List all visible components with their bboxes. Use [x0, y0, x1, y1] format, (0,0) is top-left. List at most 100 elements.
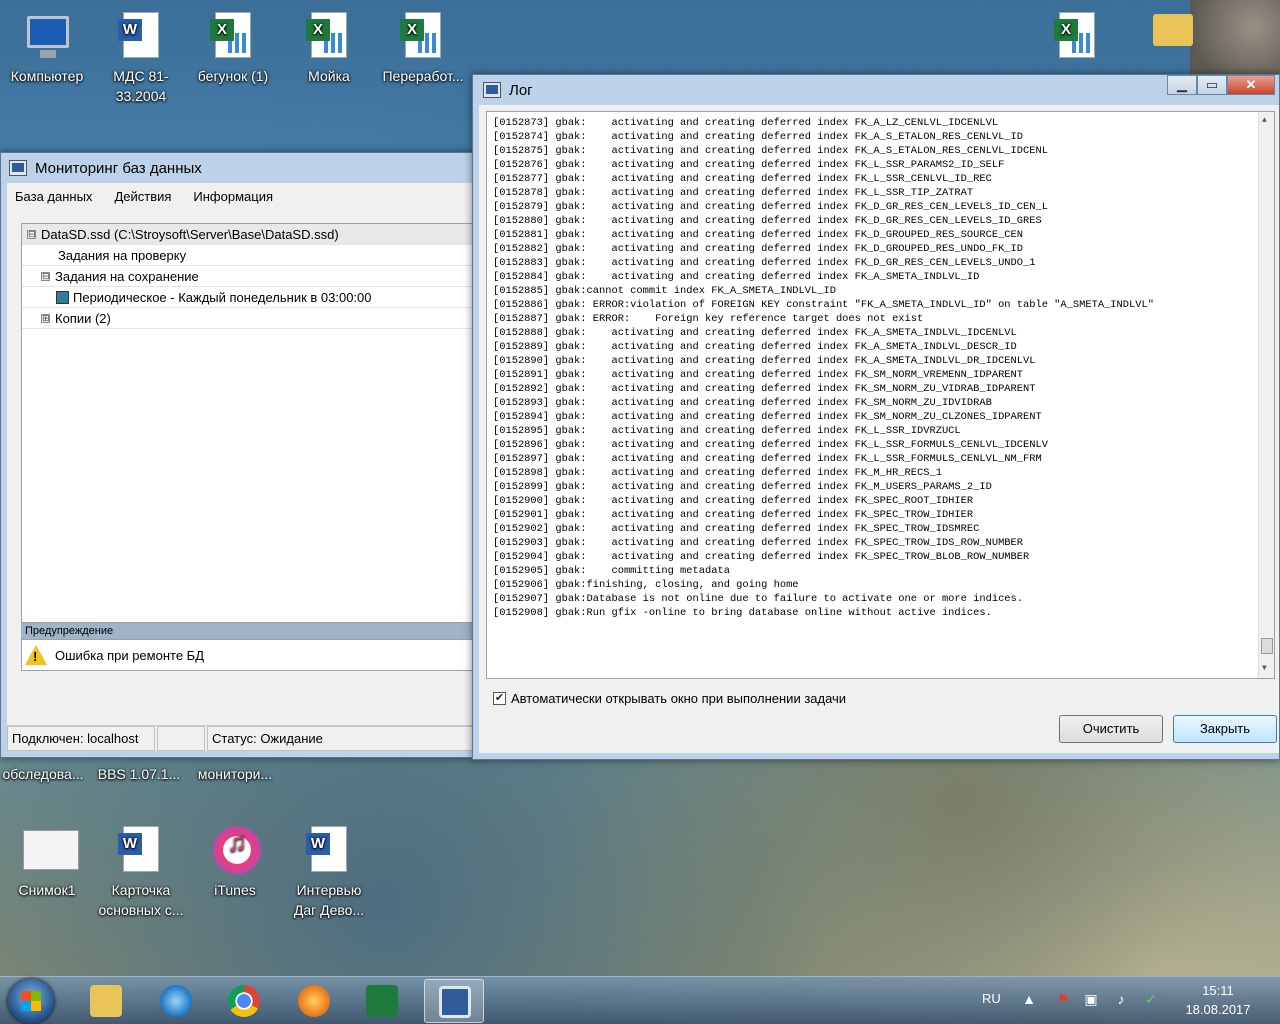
tree-node-database[interactable]: ⊟ DataSD.ssd (C:\Stroysoft\Server\Base\D…	[22, 224, 474, 245]
start-button[interactable]	[8, 979, 54, 1023]
taskbar-explorer[interactable]	[76, 979, 136, 1023]
show-hidden-icons-icon[interactable]: ▲	[1020, 991, 1038, 1007]
log-line: [0152882] gbak: activating and creating …	[493, 243, 1024, 255]
log-line: [0152884] gbak: activating and creating …	[493, 271, 980, 283]
minimize-button[interactable]: ▁	[1167, 75, 1197, 95]
menubar: База данных Действия Информация	[7, 183, 475, 209]
chrome-icon	[228, 985, 260, 1017]
log-line: [0152899] gbak: activating and creating …	[493, 481, 992, 493]
word-document-icon	[117, 12, 165, 62]
status-state: Статус: Ожидание	[207, 726, 473, 751]
tree-node-label: Задания на проверку	[58, 247, 187, 263]
status-connection: Подключен: localhost	[7, 726, 155, 751]
desktop-icon-begunok[interactable]: бегунок (1)	[190, 12, 276, 86]
clear-button[interactable]: Очистить	[1059, 715, 1163, 743]
app-icon	[298, 985, 330, 1017]
desktop-icon-obsled[interactable]: обследова...	[0, 764, 86, 784]
desktop-icon-label: бегунок (1)	[197, 68, 269, 84]
log-line: [0152877] gbak: activating and creating …	[493, 173, 992, 185]
language-indicator[interactable]: RU	[982, 977, 1001, 1024]
itunes-icon	[211, 826, 261, 876]
log-line: [0152889] gbak: activating and creating …	[493, 341, 1017, 353]
monitor-window: Мониторинг баз данных База данных Действ…	[0, 152, 476, 758]
log-line: [0152874] gbak: activating and creating …	[493, 131, 1024, 143]
desktop-icon-bbs[interactable]: BBS 1.07.1...	[96, 764, 182, 784]
desktop-icon-computer[interactable]: Компьютер	[4, 12, 90, 86]
log-titlebar[interactable]: Лог	[473, 75, 1279, 105]
desktop-icon-label: BBS 1.07.1...	[97, 766, 181, 782]
tree-node-periodic-task[interactable]: Периодическое - Каждый понедельник в 03:…	[22, 287, 474, 308]
flag-alert-icon[interactable]: ⚑	[1054, 991, 1072, 1007]
taskbar-chrome[interactable]	[214, 979, 274, 1023]
monitor-titlebar[interactable]: Мониторинг баз данных	[1, 153, 475, 183]
tree-node-copies[interactable]: ⊞ Копии (2)	[22, 308, 474, 329]
database-tree[interactable]: ⊟ DataSD.ssd (C:\Stroysoft\Server\Base\D…	[21, 223, 475, 623]
desktop-icon-label: МДС 81-33.2004	[113, 68, 169, 104]
desktop-icon-label: iTunes	[214, 882, 256, 898]
excel-document-icon	[305, 12, 353, 62]
tree-node-check-tasks[interactable]: Задания на проверку	[22, 245, 474, 266]
taskbar-app-orange[interactable]	[284, 979, 344, 1023]
network-icon[interactable]: ▣	[1082, 991, 1100, 1007]
desktop-icon-label: Снимок1	[18, 882, 76, 898]
desktop-icon-moyka[interactable]: Мойка	[286, 12, 372, 86]
log-line: [0152907] gbak:Database is not online du…	[493, 593, 1024, 605]
image-thumbnail-icon	[23, 826, 79, 876]
menu-info[interactable]: Информация	[185, 189, 287, 204]
taskbar-monitor-app[interactable]	[424, 979, 484, 1023]
desktop-icon-monitor[interactable]: монитори...	[192, 764, 278, 784]
clock[interactable]: 15:11 18.08.2017	[1178, 977, 1258, 1024]
collapse-icon[interactable]: ⊟	[41, 271, 50, 281]
volume-icon[interactable]: ♪	[1112, 991, 1130, 1007]
taskbar: RU ▲ ⚑ ▣ ♪ ✓ 15:11 18.08.2017	[0, 976, 1280, 1024]
clock-time: 15:11	[1202, 983, 1234, 998]
desktop-icon-label: Интервью Даг Дево...	[293, 882, 365, 918]
log-line: [0152897] gbak: activating and creating …	[493, 453, 1042, 465]
caption-buttons: ▁ ▭ ✕	[1167, 75, 1275, 95]
menu-database[interactable]: База данных	[7, 189, 106, 204]
desktop-icon-itunes[interactable]: iTunes	[192, 826, 278, 900]
log-line: [0152904] gbak: activating and creating …	[493, 551, 1030, 563]
auto-open-row[interactable]: ✔ Автоматически открывать окно при выпол…	[493, 691, 846, 706]
desktop-icon-label: Переработ...	[382, 68, 464, 84]
monitor-client: База данных Действия Информация ⊟ DataSD…	[7, 183, 475, 751]
desktop-icon-label: Компьютер	[10, 68, 84, 84]
scroll-thumb[interactable]	[1261, 638, 1273, 654]
warning-icon	[25, 645, 47, 665]
desktop-icon-folder-right[interactable]	[1130, 8, 1216, 62]
auto-open-checkbox[interactable]: ✔	[493, 692, 506, 705]
desktop-icon-interview[interactable]: Интервью Даг Дево...	[286, 826, 372, 920]
close-window-button[interactable]: ✕	[1227, 75, 1275, 95]
desktop-icon-snimok[interactable]: Снимок1	[4, 826, 90, 900]
close-button[interactable]: Закрыть	[1173, 715, 1277, 743]
log-client: [0152873] gbak: activating and creating …	[479, 105, 1279, 753]
log-line: [0152876] gbak: activating and creating …	[493, 159, 1005, 171]
log-line: [0152885] gbak:cannot commit index FK_A_…	[493, 285, 836, 297]
window-title: Мониторинг баз данных	[35, 159, 202, 177]
desktop-icon-kartochka[interactable]: Карточка основных с...	[98, 826, 184, 920]
log-line: [0152878] gbak: activating and creating …	[493, 187, 974, 199]
desktop-icon-pererab[interactable]: Переработ...	[380, 12, 466, 86]
log-line: [0152879] gbak: activating and creating …	[493, 201, 1048, 213]
tree-node-label: Задания на сохранение	[55, 268, 199, 284]
taskbar-excel[interactable]	[352, 979, 412, 1023]
log-line: [0152894] gbak: activating and creating …	[493, 411, 1042, 423]
log-line: [0152900] gbak: activating and creating …	[493, 495, 974, 507]
excel-document-icon	[399, 12, 447, 62]
log-text-area[interactable]: [0152873] gbak: activating and creating …	[486, 111, 1275, 679]
desktop-icon-excel-right[interactable]	[1034, 12, 1120, 66]
scroll-up-icon[interactable]: ▲	[1262, 114, 1267, 128]
excel-document-icon	[209, 12, 257, 62]
taskbar-ie[interactable]	[146, 979, 206, 1023]
desktop-icon-mds[interactable]: МДС 81-33.2004	[98, 12, 184, 106]
sync-icon[interactable]: ✓	[1142, 991, 1160, 1007]
menu-actions[interactable]: Действия	[106, 189, 185, 204]
log-scrollbar[interactable]: ▲ ▼	[1258, 112, 1274, 678]
maximize-button[interactable]: ▭	[1197, 75, 1227, 95]
collapse-icon[interactable]: ⊟	[27, 229, 36, 239]
expand-icon[interactable]: ⊞	[41, 313, 50, 323]
scroll-down-icon[interactable]: ▼	[1262, 662, 1267, 676]
computer-icon	[23, 12, 71, 62]
tree-node-save-tasks[interactable]: ⊟ Задания на сохранение	[22, 266, 474, 287]
excel-document-icon	[1053, 12, 1101, 62]
